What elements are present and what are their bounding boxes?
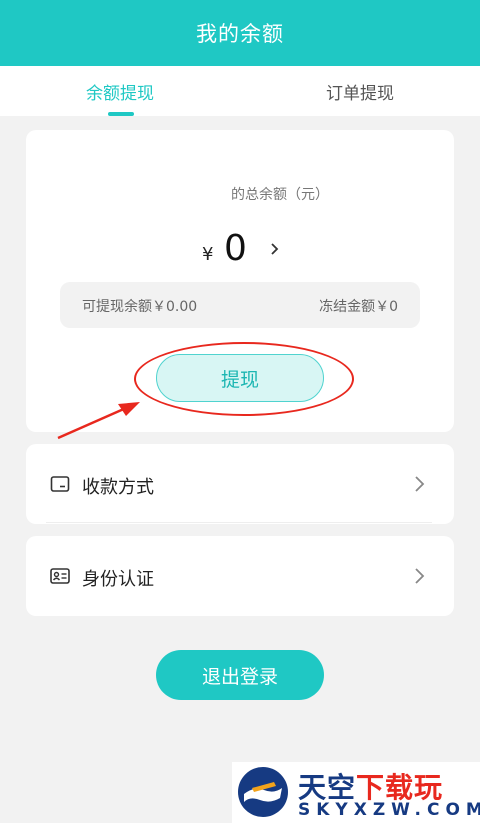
menu-divider <box>46 522 432 523</box>
balance-caption: 的总余额（元） <box>231 187 329 203</box>
menu-item-label: 身份认证 <box>82 569 154 590</box>
menu-item-identity-verification[interactable]: 身份认证 <box>26 536 454 616</box>
balance-amount: 0 <box>224 228 247 269</box>
tab-active-indicator <box>108 112 134 116</box>
card-icon <box>50 476 70 492</box>
menu-item-label: 收款方式 <box>82 477 154 498</box>
frozen-balance: 冻结金额￥0 <box>319 299 398 315</box>
app-header: 我的余额 <box>0 0 480 66</box>
tab-balance-withdraw[interactable]: 余额提现 <box>40 66 200 116</box>
withdrawable-balance: 可提现余额￥0.00 <box>82 299 198 315</box>
menu-item-payment-method[interactable]: 收款方式 <box>26 444 454 524</box>
watermark-logo-icon <box>238 767 288 817</box>
tab-bar: 余额提现 订单提现 <box>0 66 480 116</box>
balance-subinfo: 可提现余额￥0.00 冻结金额￥0 <box>60 282 420 328</box>
balance-card: 的总余额（元） ¥ 0 可提现余额￥0.00 冻结金额￥0 提现 <box>26 130 454 432</box>
watermark-bottom-text: SKYXZW.COM <box>298 800 480 820</box>
chevron-right-icon[interactable] <box>266 240 284 258</box>
id-card-icon <box>50 568 70 584</box>
balance-amount-row[interactable]: ¥ 0 <box>26 228 454 270</box>
withdraw-button[interactable]: 提现 <box>156 354 324 402</box>
chevron-right-icon <box>415 476 425 492</box>
currency-symbol: ¥ <box>202 244 214 265</box>
site-watermark: 天空下载玩 SKYXZW.COM <box>232 762 480 823</box>
chevron-right-icon <box>415 568 425 584</box>
tab-order-withdraw[interactable]: 订单提现 <box>280 66 440 116</box>
page-title: 我的余额 <box>196 22 284 46</box>
logout-button[interactable]: 退出登录 <box>156 650 324 700</box>
